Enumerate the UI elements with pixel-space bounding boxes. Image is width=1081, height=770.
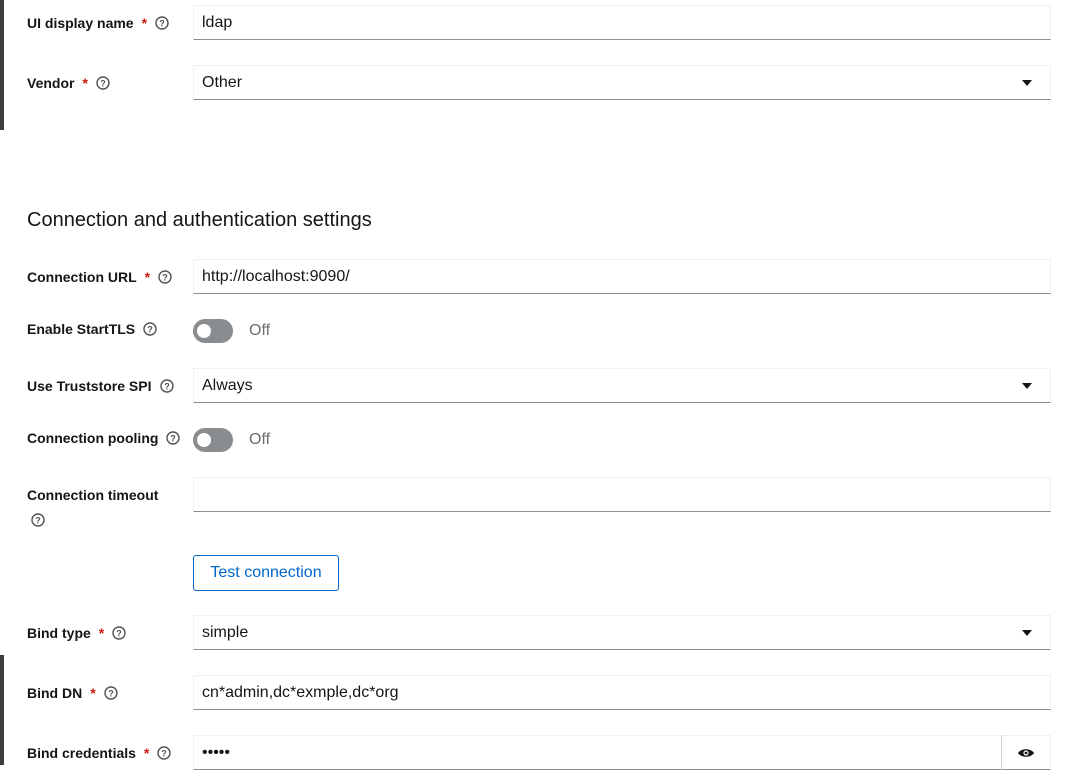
ui-display-name-input[interactable]: ldap bbox=[193, 5, 1051, 40]
bind-dn-input[interactable]: cn*admin,dc*exmple,dc*org bbox=[193, 675, 1051, 710]
required-marker: * bbox=[143, 745, 150, 761]
edge-segment bbox=[0, 0, 4, 130]
connection-pooling-label: Connection pooling ? bbox=[27, 429, 181, 447]
label-text: Bind DN bbox=[27, 685, 83, 701]
vendor-select[interactable]: Other bbox=[193, 65, 1051, 100]
caret-down-icon bbox=[1022, 383, 1032, 389]
label-text: UI display name bbox=[27, 15, 134, 31]
ui-display-name-label: UI display name * ? bbox=[27, 14, 169, 32]
svg-text:?: ? bbox=[171, 434, 177, 444]
svg-text:?: ? bbox=[162, 273, 168, 283]
svg-text:?: ? bbox=[159, 19, 165, 29]
bind-type-label: Bind type * ? bbox=[27, 624, 126, 642]
svg-text:?: ? bbox=[147, 325, 153, 335]
required-marker: * bbox=[90, 685, 96, 701]
help-circle-icon[interactable]: ? bbox=[166, 431, 181, 445]
label-text: Connection timeout bbox=[27, 487, 159, 503]
svg-text:?: ? bbox=[108, 689, 114, 699]
svg-text:?: ? bbox=[35, 516, 41, 526]
bind-type-selected-value: simple bbox=[202, 624, 249, 641]
help-circle-icon[interactable]: ? bbox=[159, 379, 174, 393]
connection-url-input[interactable]: http://localhost:9090/ bbox=[193, 259, 1051, 294]
required-marker: * bbox=[144, 269, 151, 285]
masked-password: ••••• bbox=[202, 744, 231, 761]
required-marker: * bbox=[98, 625, 105, 641]
label-text: Connection URL bbox=[27, 269, 137, 285]
enable-starttls-toggle[interactable] bbox=[193, 319, 233, 343]
bind-type-select[interactable]: simple bbox=[193, 615, 1051, 650]
label-text: Connection pooling bbox=[27, 430, 159, 446]
required-marker: * bbox=[82, 75, 88, 91]
vendor-label: Vendor * ? bbox=[27, 74, 110, 92]
label-text: Vendor bbox=[27, 75, 75, 91]
connection-timeout-input[interactable] bbox=[193, 477, 1051, 512]
label-text: Use Truststore SPI bbox=[27, 378, 152, 394]
svg-text:?: ? bbox=[162, 749, 168, 759]
section-title: Connection and authentication settings bbox=[27, 209, 372, 231]
svg-text:?: ? bbox=[116, 629, 122, 639]
connection-pooling-toggle[interactable] bbox=[193, 428, 233, 452]
help-circle-icon[interactable]: ? bbox=[155, 16, 169, 30]
toggle-knob bbox=[197, 324, 211, 338]
help-circle-icon[interactable]: ? bbox=[31, 513, 45, 527]
help-circle-icon[interactable]: ? bbox=[157, 746, 172, 760]
vendor-selected-value: Other bbox=[202, 74, 243, 91]
enable-starttls-state: Off bbox=[249, 322, 271, 339]
toggle-knob bbox=[197, 433, 211, 447]
use-truststore-spi-label: Use Truststore SPI ? bbox=[27, 377, 174, 395]
edge-segment bbox=[0, 655, 4, 765]
help-circle-icon[interactable]: ? bbox=[103, 686, 118, 700]
caret-down-icon bbox=[1022, 630, 1032, 636]
connection-url-label: Connection URL * ? bbox=[27, 268, 172, 286]
svg-text:?: ? bbox=[100, 79, 106, 89]
help-circle-icon[interactable]: ? bbox=[143, 322, 157, 336]
truststore-selected-value: Always bbox=[202, 377, 253, 394]
help-circle-icon[interactable]: ? bbox=[158, 270, 172, 284]
required-marker: * bbox=[141, 15, 148, 31]
svg-text:?: ? bbox=[164, 382, 170, 392]
enable-starttls-label: Enable StartTLS ? bbox=[27, 320, 157, 338]
use-truststore-spi-select[interactable]: Always bbox=[193, 368, 1051, 403]
help-circle-icon[interactable]: ? bbox=[96, 76, 110, 90]
label-text: Enable StartTLS bbox=[27, 321, 136, 337]
bind-credentials-label: Bind credentials * ? bbox=[27, 744, 172, 762]
label-text: Bind type bbox=[27, 625, 91, 641]
label-text: Bind credentials bbox=[27, 745, 136, 761]
connection-timeout-label: Connection timeout bbox=[27, 486, 158, 504]
caret-down-icon bbox=[1022, 80, 1032, 86]
test-connection-button[interactable]: Test connection bbox=[193, 555, 339, 591]
help-circle-icon[interactable]: ? bbox=[112, 626, 126, 640]
left-edge-divider bbox=[0, 0, 4, 765]
connection-pooling-state: Off bbox=[249, 431, 271, 448]
bind-dn-label: Bind DN * ? bbox=[27, 684, 118, 702]
